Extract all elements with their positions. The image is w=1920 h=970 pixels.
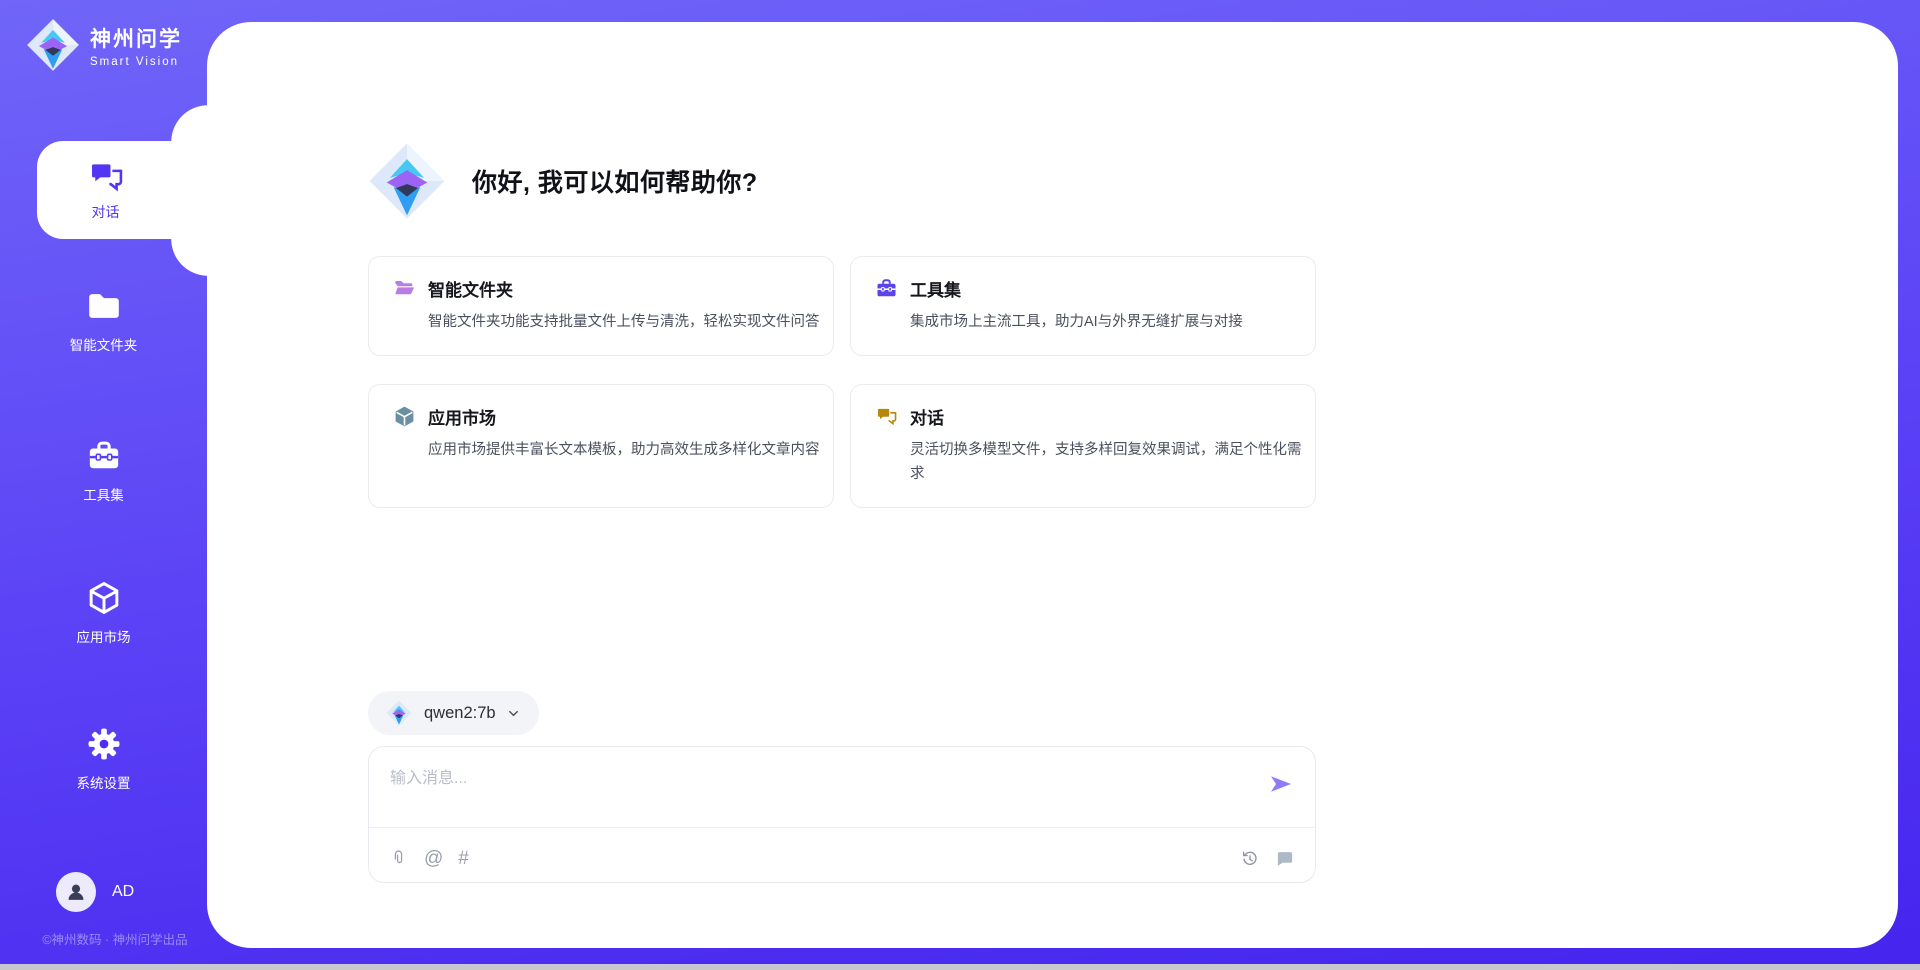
card-toolset[interactable]: 工具集 集成市场上主流工具，助力AI与外界无缝扩展与对接 — [850, 256, 1316, 356]
brand-subtitle: Smart Vision — [90, 56, 182, 68]
model-selector[interactable]: qwen2:7b — [368, 691, 539, 735]
card-title: 工具集 — [910, 276, 961, 301]
composer-divider — [369, 827, 1315, 828]
sidebar-item-label: 对话 — [92, 202, 120, 222]
window-bottom-edge — [0, 964, 1920, 970]
card-title: 对话 — [910, 404, 944, 429]
composer-tools-right — [1240, 849, 1295, 869]
card-title: 智能文件夹 — [428, 276, 513, 301]
card-smart-folder[interactable]: 智能文件夹 智能文件夹功能支持批量文件上传与清洗，轻松实现文件问答 — [368, 256, 834, 356]
message-composer: @ # — [368, 746, 1316, 883]
sidebar-item-app-market[interactable]: 应用市场 — [0, 580, 207, 646]
sidebar-item-settings[interactable]: 系统设置 — [0, 726, 207, 792]
model-name: qwen2:7b — [424, 704, 496, 723]
cube-icon — [393, 405, 416, 428]
message-input[interactable] — [388, 762, 1252, 822]
topic-icon[interactable]: # — [458, 849, 469, 869]
tab-fillet-top — [171, 105, 208, 142]
sidebar: 神州问学 Smart Vision 对话 智能文件夹 工具集 — [0, 0, 207, 970]
tab-fillet-bottom — [171, 239, 208, 276]
folder-icon — [86, 288, 122, 324]
card-app-market[interactable]: 应用市场 应用市场提供丰富长文本模板，助力高效生成多样化文章内容 — [368, 384, 834, 508]
copyright-text: ©神州数码 · 神州问学出品 — [0, 929, 230, 948]
sidebar-item-smart-folder[interactable]: 智能文件夹 — [0, 288, 207, 354]
user-account[interactable]: AD — [56, 872, 134, 912]
chat-icon — [875, 405, 898, 428]
toolbox-icon — [875, 277, 898, 300]
composer-tools-left: @ # — [389, 849, 469, 869]
chevron-down-icon — [506, 706, 521, 721]
user-icon — [63, 879, 89, 905]
sidebar-item-chat[interactable]: 对话 — [37, 141, 208, 239]
card-chat[interactable]: 对话 灵活切换多模型文件，支持多样回复效果调试，满足个性化需求 — [850, 384, 1316, 508]
model-logo-icon — [386, 700, 412, 726]
brand-logo-row: 神州问学 Smart Vision — [26, 18, 182, 72]
cube-icon — [86, 580, 122, 616]
history-icon[interactable] — [1240, 849, 1260, 869]
chat-home: 你好, 我可以如何帮助你? 智能文件夹 智能文件夹功能支持批量文件上传与清洗，轻… — [368, 0, 1316, 970]
card-description: 集成市场上主流工具，助力AI与外界无缝扩展与对接 — [910, 310, 1306, 334]
brand-logo-icon — [26, 18, 80, 72]
sidebar-item-toolset[interactable]: 工具集 — [0, 438, 207, 504]
chat-icon — [87, 158, 125, 196]
card-description: 智能文件夹功能支持批量文件上传与清洗，轻松实现文件问答 — [428, 310, 824, 334]
assistant-logo-icon — [368, 142, 446, 220]
brand-name: 神州问学 — [90, 23, 182, 53]
conversation-icon[interactable] — [1275, 849, 1295, 869]
sidebar-item-label: 应用市场 — [77, 626, 131, 646]
mention-icon[interactable]: @ — [424, 849, 443, 869]
sidebar-item-label: 工具集 — [83, 484, 124, 504]
greeting-title: 你好, 我可以如何帮助你? — [472, 163, 758, 199]
avatar — [56, 872, 96, 912]
card-title: 应用市场 — [428, 404, 496, 429]
feature-cards: 智能文件夹 智能文件夹功能支持批量文件上传与清洗，轻松实现文件问答 工具集 集成… — [368, 256, 1316, 508]
send-icon[interactable] — [1267, 770, 1295, 798]
user-name: AD — [112, 883, 134, 901]
toolbox-icon — [86, 438, 122, 474]
greeting-row: 你好, 我可以如何帮助你? — [368, 142, 758, 220]
gear-icon — [86, 726, 122, 762]
card-description: 灵活切换多模型文件，支持多样回复效果调试，满足个性化需求 — [910, 438, 1306, 486]
composer-toolbar: @ # — [389, 849, 1295, 869]
sidebar-item-label: 系统设置 — [77, 772, 131, 792]
card-description: 应用市场提供丰富长文本模板，助力高效生成多样化文章内容 — [428, 438, 824, 462]
sidebar-item-label: 智能文件夹 — [70, 334, 138, 354]
folder-open-icon — [393, 277, 416, 300]
attachment-icon[interactable] — [389, 849, 409, 869]
